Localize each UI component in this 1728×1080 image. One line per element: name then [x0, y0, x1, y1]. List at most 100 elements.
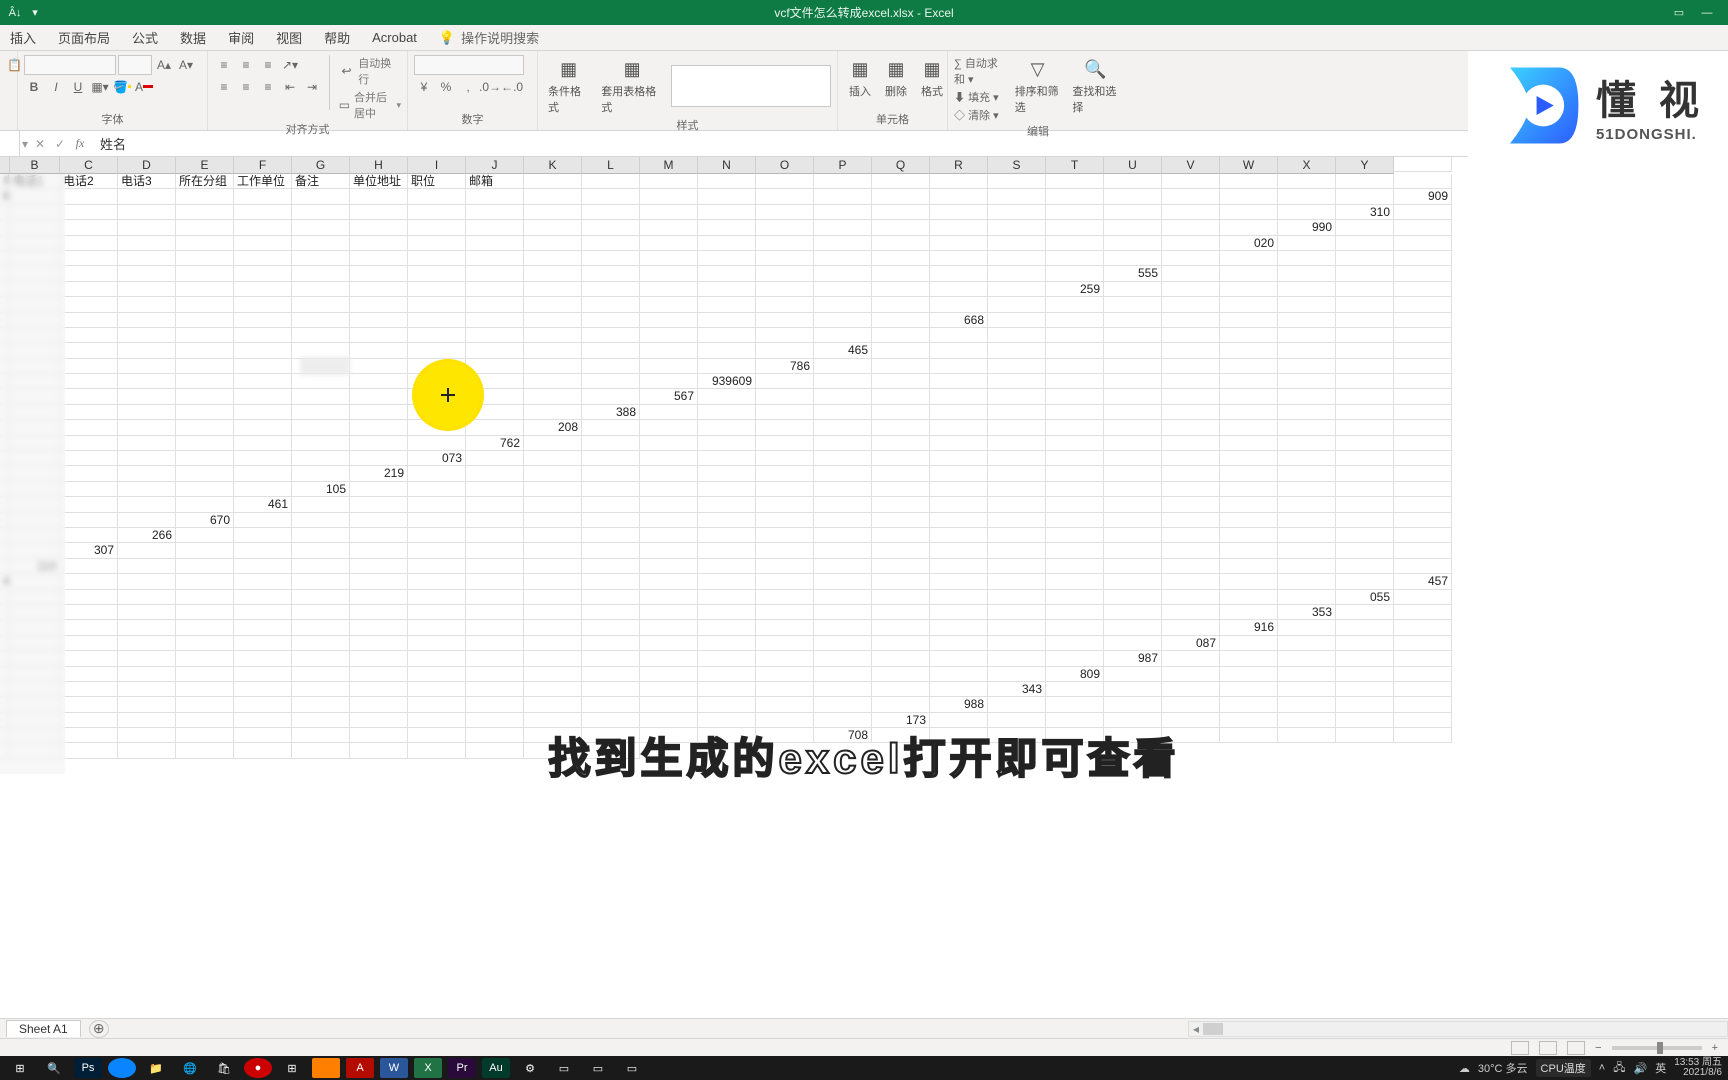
cell[interactable]: [292, 436, 350, 451]
cell[interactable]: [524, 482, 582, 497]
cell[interactable]: [1336, 728, 1394, 743]
cell[interactable]: [872, 574, 930, 589]
cell[interactable]: [1104, 328, 1162, 343]
view-normal-icon[interactable]: [1511, 1041, 1529, 1055]
cell[interactable]: [1336, 343, 1394, 358]
column-header[interactable]: R: [930, 157, 988, 174]
cell[interactable]: [930, 359, 988, 374]
cell[interactable]: [350, 236, 408, 251]
cell[interactable]: [234, 651, 292, 666]
cell[interactable]: [988, 328, 1046, 343]
cell[interactable]: [118, 543, 176, 558]
cell[interactable]: [350, 574, 408, 589]
comma-button[interactable]: ,: [458, 77, 478, 97]
row-header[interactable]: [1046, 251, 1104, 266]
font-name-combo[interactable]: [24, 55, 116, 75]
cell[interactable]: [1046, 220, 1104, 235]
column-header[interactable]: H: [350, 157, 408, 174]
cell[interactable]: [1162, 297, 1220, 312]
cell[interactable]: [1278, 374, 1336, 389]
cell[interactable]: [60, 343, 118, 358]
cell[interactable]: [872, 559, 930, 574]
cell[interactable]: [408, 220, 466, 235]
cell[interactable]: [176, 574, 234, 589]
cell[interactable]: [1336, 482, 1394, 497]
cell[interactable]: [118, 451, 176, 466]
cell[interactable]: [988, 297, 1046, 312]
cell[interactable]: [466, 205, 524, 220]
cell[interactable]: [524, 697, 582, 712]
cell[interactable]: [292, 205, 350, 220]
cell[interactable]: [1394, 359, 1452, 374]
cell[interactable]: [756, 313, 814, 328]
cell[interactable]: [60, 636, 118, 651]
tab-layout[interactable]: 页面布局: [58, 28, 110, 47]
cell[interactable]: [814, 605, 872, 620]
cell[interactable]: [756, 251, 814, 266]
cell[interactable]: [118, 420, 176, 435]
cell[interactable]: [60, 482, 118, 497]
cell[interactable]: [176, 389, 234, 404]
row-header[interactable]: [234, 466, 292, 481]
cell[interactable]: [118, 651, 176, 666]
cell[interactable]: [10, 266, 60, 281]
cell[interactable]: [1162, 513, 1220, 528]
cell[interactable]: 工作单位: [234, 174, 292, 189]
cell[interactable]: [698, 513, 756, 528]
cell[interactable]: [930, 174, 988, 189]
cell[interactable]: [756, 590, 814, 605]
cell[interactable]: [1336, 466, 1394, 481]
cell[interactable]: [118, 205, 176, 220]
font-size-combo[interactable]: [118, 55, 152, 75]
cell[interactable]: 762: [466, 436, 524, 451]
cell[interactable]: [0, 282, 10, 297]
cell[interactable]: 备注: [292, 174, 350, 189]
cell[interactable]: [524, 605, 582, 620]
cell[interactable]: [234, 697, 292, 712]
cell[interactable]: [872, 374, 930, 389]
cell[interactable]: [1162, 436, 1220, 451]
cell[interactable]: [988, 205, 1046, 220]
cell[interactable]: [118, 605, 176, 620]
cell[interactable]: [1336, 359, 1394, 374]
cell[interactable]: [0, 697, 10, 712]
cell[interactable]: 670: [176, 513, 234, 528]
cell[interactable]: [1046, 266, 1104, 281]
cell[interactable]: [698, 667, 756, 682]
cell[interactable]: [1162, 374, 1220, 389]
cell[interactable]: [1394, 205, 1452, 220]
cell[interactable]: [466, 728, 524, 743]
cell[interactable]: [118, 574, 176, 589]
cell[interactable]: [10, 420, 60, 435]
cell[interactable]: [524, 189, 582, 204]
cell[interactable]: [1220, 436, 1278, 451]
cell[interactable]: [930, 466, 988, 481]
cell[interactable]: [1104, 389, 1162, 404]
row-header[interactable]: [524, 389, 582, 404]
cell[interactable]: [814, 620, 872, 635]
cell[interactable]: [1394, 697, 1452, 712]
cell[interactable]: [234, 374, 292, 389]
cell[interactable]: [640, 220, 698, 235]
cell[interactable]: [930, 343, 988, 358]
cell[interactable]: [1046, 374, 1104, 389]
cell[interactable]: [0, 436, 10, 451]
cell[interactable]: [814, 220, 872, 235]
cell[interactable]: [524, 620, 582, 635]
qat-dropdown-icon[interactable]: ▾: [28, 6, 42, 20]
cell[interactable]: [756, 236, 814, 251]
cell[interactable]: [1104, 220, 1162, 235]
cell[interactable]: [466, 451, 524, 466]
cell[interactable]: [814, 667, 872, 682]
cell[interactable]: [698, 436, 756, 451]
select-all-corner[interactable]: [0, 157, 10, 174]
cell[interactable]: [1336, 313, 1394, 328]
row-header[interactable]: [1278, 574, 1336, 589]
cell[interactable]: [524, 205, 582, 220]
cell[interactable]: 668: [930, 313, 988, 328]
cell[interactable]: [350, 528, 408, 543]
cell[interactable]: [872, 359, 930, 374]
cell[interactable]: [234, 682, 292, 697]
cell[interactable]: [60, 451, 118, 466]
cell[interactable]: [756, 174, 814, 189]
